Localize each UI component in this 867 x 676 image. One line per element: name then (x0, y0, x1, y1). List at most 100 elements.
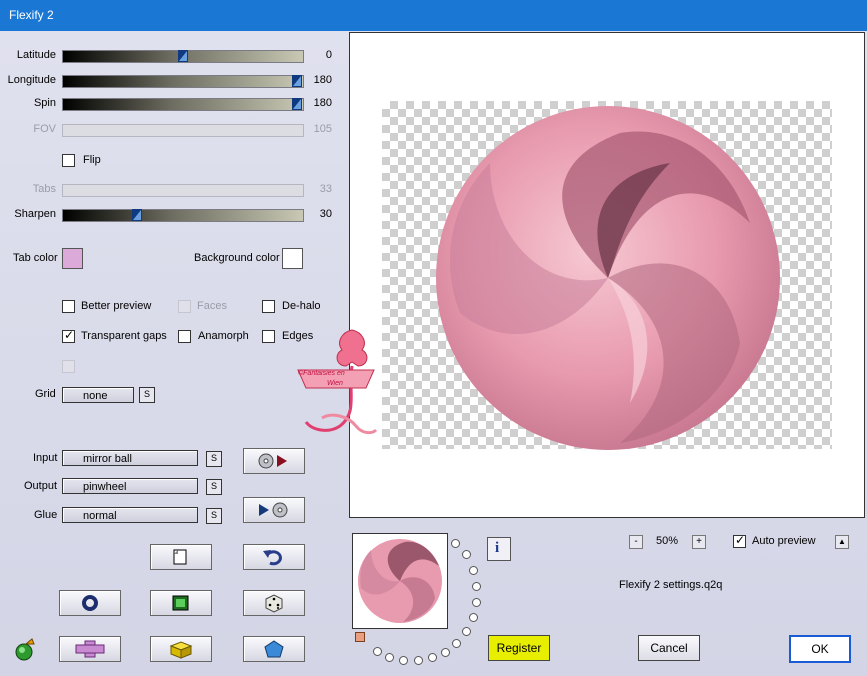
cancel-button[interactable]: Cancel (638, 635, 700, 661)
copy-button[interactable] (150, 544, 212, 570)
output-label: Output (24, 480, 58, 492)
tab-color-label: Tab color (13, 252, 58, 264)
input-to-output-button[interactable] (243, 448, 305, 474)
spin-slider-thumb[interactable] (292, 98, 302, 110)
navigator-dot[interactable] (469, 566, 478, 575)
navigator-dot[interactable] (451, 539, 460, 548)
sharpen-slider[interactable] (62, 209, 304, 222)
auto-preview-label: Auto preview (752, 535, 816, 547)
yellow-cube-icon (169, 641, 193, 659)
auto-preview-checkbox[interactable]: ✓ (733, 533, 746, 548)
watermark-line2: Wien (327, 380, 343, 387)
grid-select[interactable]: none (62, 387, 134, 403)
edges-checkbox[interactable] (262, 330, 275, 343)
longitude-slider-thumb[interactable] (292, 75, 302, 87)
tabs-slider (62, 184, 304, 197)
watermark-line1: ©Fantaisies en (298, 370, 345, 377)
title-bar: Flexify 2 (0, 0, 867, 31)
transparent-gaps-label: Transparent gaps (81, 330, 167, 342)
anamorph-checkbox[interactable] (178, 330, 191, 343)
fov-label: FOV (33, 123, 56, 135)
input-label: Input (33, 452, 58, 464)
output-to-input-button[interactable] (243, 497, 305, 523)
better-preview-checkbox[interactable] (62, 300, 75, 313)
grid-s-button[interactable]: S (139, 387, 155, 403)
navigator-dot[interactable] (472, 582, 481, 591)
output-select[interactable]: pinwheel (62, 478, 198, 494)
flexify-logo-icon[interactable] (12, 636, 38, 662)
navigator-dot[interactable] (414, 656, 423, 665)
green-square-icon (172, 595, 189, 611)
navigator-origin-handle[interactable] (355, 632, 365, 642)
zoom-out-button[interactable]: - (629, 535, 643, 549)
check-mark-icon: ✓ (64, 328, 75, 342)
sharpen-label: Sharpen (14, 208, 56, 220)
tabs-label: Tabs (32, 183, 56, 195)
navigator-dot[interactable] (462, 550, 471, 559)
play-disc-icon (259, 502, 288, 518)
flip-label: Flip (83, 154, 101, 166)
pentagon-button[interactable] (243, 636, 305, 662)
de-halo-checkbox[interactable] (262, 300, 275, 313)
glue-select[interactable]: normal (62, 507, 198, 523)
input-s-button[interactable]: S (206, 451, 222, 467)
navigator-dot[interactable] (373, 647, 382, 656)
navigator-dot[interactable] (441, 648, 450, 657)
latitude-value: 0 (325, 49, 332, 61)
plus-button[interactable] (59, 636, 121, 662)
background-color-swatch[interactable] (282, 248, 303, 269)
glue-label: Glue (34, 509, 58, 521)
thumbnail-image (358, 539, 442, 623)
navigator-dot[interactable] (472, 598, 481, 607)
navigator-dot[interactable] (428, 653, 437, 662)
window-title: Flexify 2 (9, 8, 54, 22)
de-halo-label: De-halo (282, 300, 321, 312)
anamorph-label: Anamorph (198, 330, 249, 342)
spin-slider[interactable] (62, 98, 304, 111)
fov-slider (62, 124, 304, 137)
faces-label: Faces (197, 300, 227, 312)
better-preview-label: Better preview (81, 300, 152, 312)
flip-checkbox[interactable] (62, 154, 75, 167)
transparent-gaps-checkbox[interactable]: ✓ (62, 328, 75, 343)
info-button[interactable]: i (487, 537, 511, 561)
latitude-slider[interactable] (62, 50, 304, 63)
preview-panel[interactable] (349, 32, 865, 518)
grid-label: Grid (35, 388, 56, 400)
latitude-label: Latitude (16, 49, 56, 61)
navigator-dot[interactable] (469, 613, 478, 622)
dice-icon (265, 594, 283, 613)
tab-color-swatch[interactable] (62, 248, 83, 269)
undo-icon (263, 550, 282, 566)
zoom-in-button[interactable]: + (692, 535, 706, 549)
random-button[interactable] (243, 590, 305, 616)
navigator-dot[interactable] (462, 627, 471, 636)
collapse-arrow-button[interactable]: ▲ (835, 535, 849, 549)
fov-value: 105 (313, 123, 332, 135)
ring-button[interactable] (59, 590, 121, 616)
spin-value: 180 (313, 97, 332, 109)
spin-label: Spin (33, 97, 56, 109)
glue-s-button[interactable]: S (206, 508, 222, 524)
info-icon: i (495, 540, 500, 556)
frame-button[interactable] (150, 590, 212, 616)
undo-button[interactable] (243, 544, 305, 570)
blue-pentagon-icon (264, 640, 284, 658)
navigator-dot[interactable] (385, 653, 394, 662)
navigator-dot[interactable] (452, 639, 461, 648)
zoom-level: 50% (656, 535, 679, 547)
cube-button[interactable] (150, 636, 212, 662)
input-select[interactable]: mirror ball (62, 450, 198, 466)
sharpen-slider-thumb[interactable] (132, 209, 142, 221)
longitude-slider[interactable] (62, 75, 304, 88)
settings-filename: Flexify 2 settings.q2q (619, 579, 723, 591)
thumbnail-navigator[interactable] (352, 533, 448, 629)
watermark-logo: ©Fantaisies en Wien (292, 322, 380, 440)
navigator-dot[interactable] (399, 656, 408, 665)
ok-button[interactable]: OK (789, 635, 851, 663)
disc-play-icon (258, 453, 287, 469)
longitude-label: Longitude (7, 74, 56, 86)
register-button[interactable]: Register (488, 635, 550, 661)
latitude-slider-thumb[interactable] (178, 50, 188, 62)
output-s-button[interactable]: S (206, 479, 222, 495)
